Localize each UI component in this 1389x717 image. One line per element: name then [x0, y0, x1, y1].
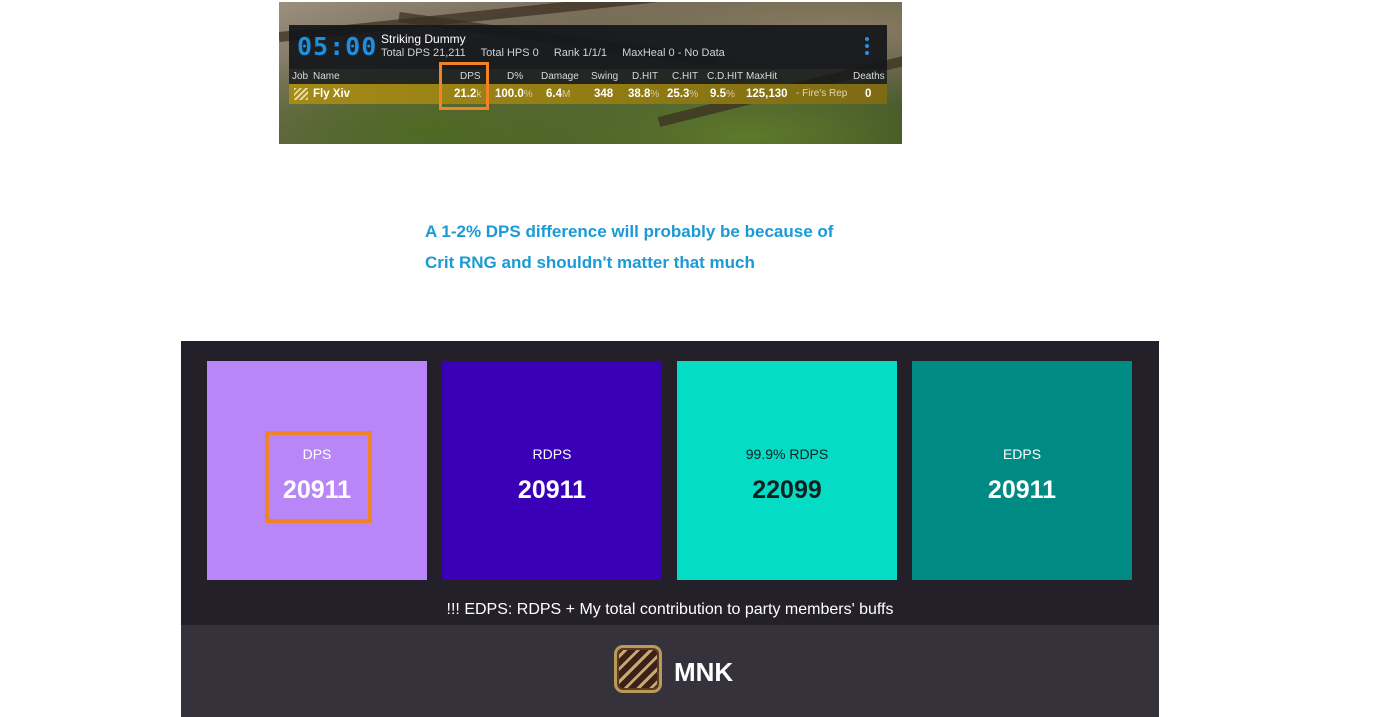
monk-job-icon [294, 88, 308, 100]
job-bar: MNK [181, 625, 1159, 717]
rdps-label: RDPS [532, 446, 572, 462]
encounter-name: Striking Dummy [381, 32, 466, 46]
note-line-1: A 1-2% DPS difference will probably be b… [425, 222, 834, 241]
dps-summary-panel: DPS 20911 RDPS 20911 99.9% RDPS 22099 ED… [181, 341, 1159, 717]
combatant-row[interactable]: Fly Xiv 21.2k 100.0% 6.4M 348 38.8% 25.3… [289, 84, 887, 104]
total-hps: Total HPS 0 [480, 47, 539, 59]
edps-footnote: !!! EDPS: RDPS + My total contribution t… [446, 601, 894, 618]
combatant-name: Fly Xiv [313, 88, 351, 100]
combatant-dpct: 100.0% [495, 88, 533, 100]
col-swing: Swing [591, 71, 619, 82]
rdps-99-value: 22099 [752, 476, 822, 504]
act-overlay-screenshot: 05:00 Striking Dummy Total DPS 21,211 To… [279, 2, 902, 144]
edps-value: 20911 [987, 476, 1057, 504]
edps-label: EDPS [1002, 446, 1042, 462]
combatant-damage: 6.4M [546, 88, 571, 100]
col-chit: C.HIT [672, 71, 699, 82]
rdps-value: 20911 [517, 476, 587, 504]
overlay-header: 05:00 Striking Dummy Total DPS 21,211 To… [289, 25, 887, 69]
combatant-chit: 25.3% [667, 88, 699, 100]
note-text: A 1-2% DPS difference will probably be b… [425, 216, 885, 278]
total-dps: Total DPS 21,211 [381, 47, 466, 59]
note-line-2: Crit RNG and shouldn't matter that much [425, 253, 755, 272]
combatant-maxhit-skill: - Fire's Rep [796, 88, 848, 99]
col-job: Job [292, 71, 309, 82]
menu-icon[interactable] [865, 37, 871, 55]
dps-card-highlight-box [265, 431, 372, 523]
rdps-99-label: 99.9% RDPS [745, 446, 829, 462]
col-dpct: D% [507, 71, 524, 82]
job-name: MNK [674, 657, 734, 687]
encounter-timer: 05:00 [297, 32, 378, 61]
col-cdhit: C.D.HIT [707, 71, 744, 82]
column-header: Job Name DPS D% Damage Swing D.HIT C.HIT… [289, 69, 887, 84]
max-heal: MaxHeal 0 - No Data [622, 47, 725, 59]
monk-job-icon [614, 645, 662, 693]
rdps-99-card: 99.9% RDPS 22099 [677, 361, 897, 580]
encounter-stats: Total DPS 21,211 Total HPS 0 Rank 1/1/1 … [381, 46, 737, 60]
col-name: Name [313, 71, 340, 82]
combatant-deaths: 0 [865, 88, 872, 100]
combatant-cdhit: 9.5% [710, 88, 735, 100]
col-damage: Damage [541, 71, 579, 82]
combatant-maxhit: 125,130 [746, 88, 788, 100]
rdps-card: RDPS 20911 [442, 361, 662, 580]
combatant-swing: 348 [594, 88, 614, 100]
dps-highlight-box [439, 62, 489, 110]
col-deaths: Deaths [853, 71, 885, 82]
col-dhit: D.HIT [632, 71, 659, 82]
rank: Rank 1/1/1 [553, 47, 608, 59]
col-maxhit: MaxHit [746, 71, 778, 82]
edps-card: EDPS 20911 [912, 361, 1132, 580]
combatant-dhit: 38.8% [628, 88, 660, 100]
